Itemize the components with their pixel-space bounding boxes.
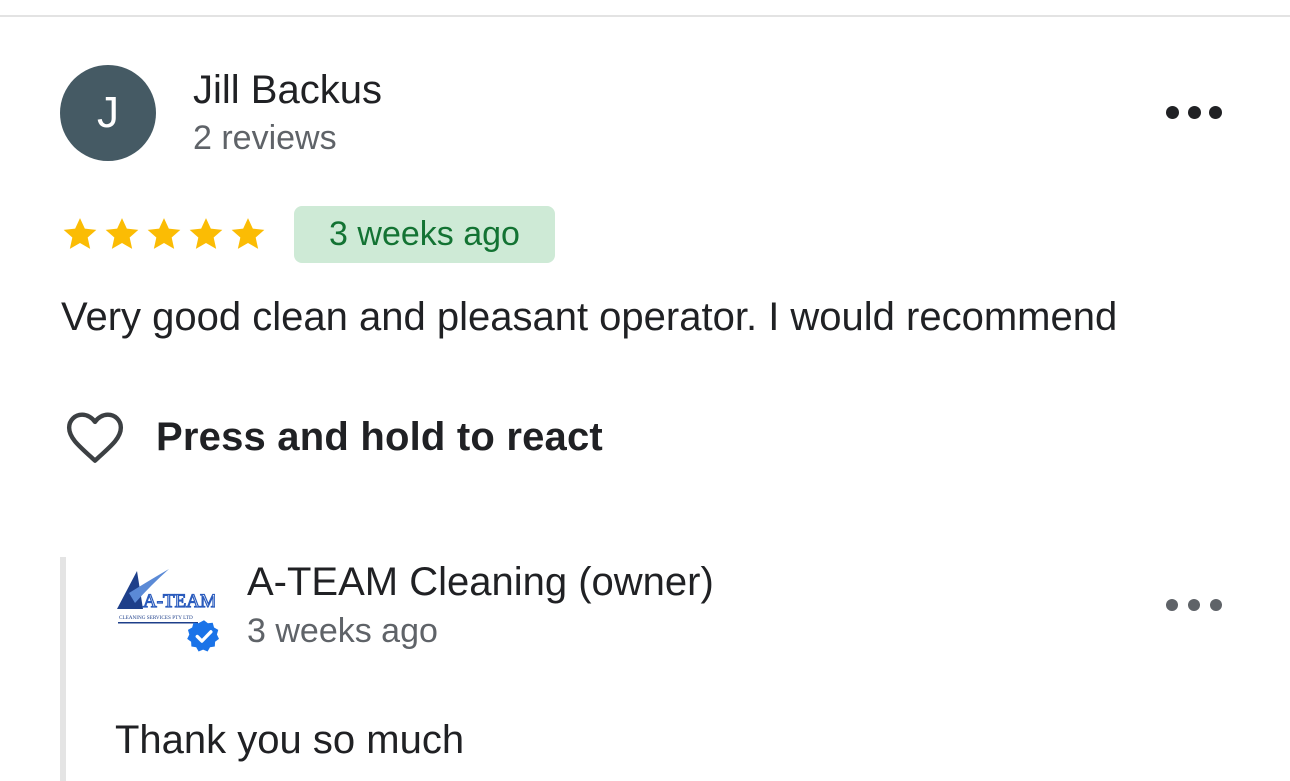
- more-dot-icon: [1166, 599, 1178, 611]
- owner-logo-subtext: CLEANING SERVICES PTY LTD: [119, 615, 193, 621]
- owner-reply-time: 3 weeks ago: [247, 612, 438, 650]
- owner-reply-text: Thank you so much: [115, 718, 465, 762]
- review-time-label: 3 weeks ago: [329, 215, 520, 253]
- react-label: Press and hold to react: [156, 414, 603, 459]
- star-rating: [60, 212, 268, 256]
- star-icon: [231, 218, 265, 249]
- reviewer-name[interactable]: Jill Backus: [193, 66, 382, 114]
- review-card: J Jill Backus 2 reviews 3 weeks ago Very…: [0, 0, 1290, 781]
- more-dot-icon: [1188, 599, 1200, 611]
- star-icon: [189, 218, 223, 249]
- star-icon: [105, 218, 139, 249]
- star-icon: [63, 218, 97, 249]
- owner-logo-wordmark: A-TEAM: [143, 591, 215, 612]
- reply-divider-bar: [60, 557, 66, 781]
- reviewer-review-count[interactable]: 2 reviews: [193, 116, 337, 160]
- avatar[interactable]: J: [60, 65, 156, 161]
- more-dot-icon: [1166, 105, 1179, 119]
- star-icon: [147, 218, 181, 249]
- review-time-badge: 3 weeks ago: [294, 206, 555, 263]
- heart-icon: [66, 412, 124, 463]
- top-divider: [0, 15, 1290, 17]
- more-dot-icon: [1209, 105, 1222, 119]
- more-dot-icon: [1187, 105, 1201, 119]
- react-button[interactable]: Press and hold to react: [62, 404, 603, 470]
- reply-more-options-button[interactable]: [1166, 590, 1222, 620]
- owner-name[interactable]: A-TEAM Cleaning (owner): [247, 558, 714, 606]
- more-dot-icon: [1210, 599, 1222, 611]
- more-options-button[interactable]: [1166, 96, 1222, 128]
- avatar-initial: J: [97, 88, 119, 137]
- review-text: Very good clean and pleasant operator. I…: [61, 295, 1118, 339]
- verified-badge-icon: [187, 620, 219, 652]
